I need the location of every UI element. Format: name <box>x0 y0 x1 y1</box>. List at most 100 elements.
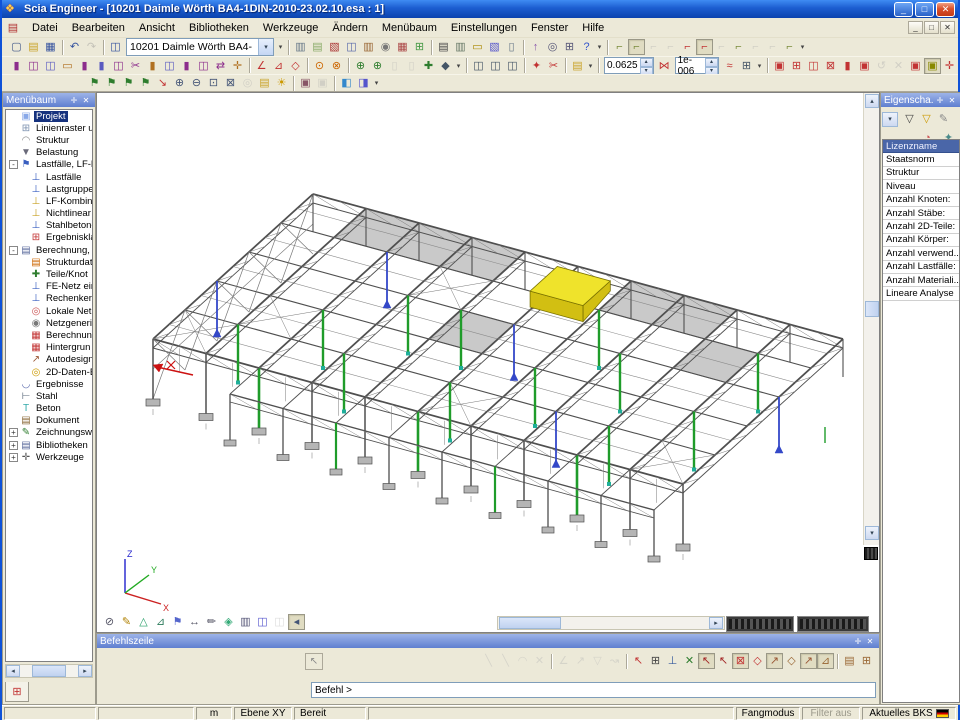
view-red-axis-icon[interactable]: ↘ <box>154 75 171 91</box>
draw-vertex-icon[interactable]: ↗ <box>572 653 589 669</box>
tree-item-stahl[interactable]: ⊢Stahl <box>6 390 92 402</box>
dropdown-arrow-icon[interactable]: ▾ <box>454 58 463 74</box>
dropdown-arrow-icon[interactable]: ▾ <box>276 39 285 55</box>
expand-box-icon[interactable]: + <box>9 428 18 437</box>
catalog-icon[interactable]: ▥ <box>360 39 377 55</box>
folder-tools-icon[interactable]: ▤ <box>569 58 586 74</box>
tree-item-2d-daten-b[interactable]: ◎2D-Daten-B <box>6 366 92 378</box>
column-tool-7-icon[interactable]: ▮ <box>144 58 161 74</box>
tree-item-strukturdat[interactable]: ▤Strukturdat <box>6 256 92 268</box>
expand-box-icon[interactable]: + <box>9 441 18 450</box>
menu--ndern[interactable]: Ändern <box>325 20 374 36</box>
window-view-off-icon[interactable]: ◫ <box>271 614 288 630</box>
tree-item-fe-netz-ein[interactable]: ⊥FE-Netz ein <box>6 281 92 293</box>
curve-tool-icon[interactable]: ⊿ <box>270 58 287 74</box>
window-copy-1-icon[interactable]: ◫ <box>470 58 487 74</box>
view-y-icon[interactable]: ⚑ <box>103 75 120 91</box>
snap-nearest-icon[interactable]: ↗ <box>800 653 817 669</box>
save-icon[interactable]: ▦ <box>42 39 59 55</box>
abc-stamp-icon[interactable]: ✏ <box>203 614 220 630</box>
tree-item-autodesign[interactable]: ↗Autodesign <box>6 354 92 366</box>
tree-item-belastung[interactable]: ▼Belastung <box>6 147 92 159</box>
cross-snap-icon[interactable]: ✕ <box>681 653 698 669</box>
ghost-2-icon[interactable]: ▯ <box>403 58 420 74</box>
tree-item-berechnun[interactable]: ▦Berechnun <box>6 329 92 341</box>
column-tool-8-icon[interactable]: ◫ <box>161 58 178 74</box>
property-row-anzahl-lastfälle-[interactable]: Anzahl Lastfälle: <box>883 261 959 274</box>
mdi-minimize-button[interactable]: _ <box>908 21 923 34</box>
add-node-1-icon[interactable]: ⊕ <box>352 58 369 74</box>
render-mode-icon[interactable]: ◨ <box>355 75 372 91</box>
dropdown-arrow-icon[interactable]: ▾ <box>595 39 604 55</box>
calculator-icon[interactable]: ⊞ <box>858 653 875 669</box>
scroll-right-icon[interactable]: ▸ <box>709 617 723 629</box>
tree-item-werkzeuge[interactable]: +✛Werkzeuge <box>6 451 92 463</box>
snap-intersection-icon[interactable]: ⊠ <box>732 653 749 669</box>
support-undo-icon[interactable]: ↺ <box>873 58 890 74</box>
mdi-restore-button[interactable]: □ <box>924 21 939 34</box>
explode-icon[interactable]: ✦ <box>528 58 545 74</box>
command-input[interactable]: Befehl > <box>311 682 876 698</box>
tree-item-beton[interactable]: TBeton <box>6 403 92 415</box>
axes-view-icon[interactable]: ⊿ <box>152 614 169 630</box>
spinner-up-icon[interactable]: ▴ <box>705 58 718 67</box>
mesh-view-icon[interactable]: ◈ <box>220 614 237 630</box>
frame-icon[interactable]: ▦ <box>394 39 411 55</box>
draw-angle-icon[interactable]: ∠ <box>555 653 572 669</box>
minimize-button[interactable]: _ <box>894 2 913 17</box>
project-combobox[interactable]: 10201 Daimle Wörth BA4- ▾ <box>126 38 274 56</box>
tree-item-teile-knot[interactable]: ✚Teile/Knot <box>6 268 92 280</box>
hotkey-9-icon[interactable]: ⌐ <box>747 39 764 55</box>
cone-view-icon[interactable]: △ <box>135 614 152 630</box>
hotkey-7-icon[interactable]: ⌐ <box>713 39 730 55</box>
dustpan-icon[interactable]: ▤ <box>841 653 858 669</box>
vscroll-thumb[interactable] <box>865 301 879 317</box>
filter-funnel-icon[interactable]: ▽ <box>901 111 918 127</box>
support-4-icon[interactable]: ⊠ <box>822 58 839 74</box>
scroll-right-icon[interactable]: ▸ <box>78 665 92 677</box>
support-2-icon[interactable]: ⊞ <box>788 58 805 74</box>
table-icon[interactable]: ⊞ <box>411 39 428 55</box>
help-icon[interactable]: ? <box>578 39 595 55</box>
collapse-icon[interactable]: ◂ <box>288 614 305 630</box>
hotkey-2-icon[interactable]: ⌐ <box>628 39 645 55</box>
property-row-anzahl-2d-teile-[interactable]: Anzahl 2D-Teile: <box>883 220 959 233</box>
hotkey-6-icon[interactable]: ⌐ <box>696 39 713 55</box>
support-delete-icon[interactable]: ✕ <box>890 58 907 74</box>
model-viewport[interactable]: ZXY ▴ ▾ ⊘✎△⊿⚑↔✏◈▥◫◫◂ ▸ <box>96 92 880 633</box>
view-x-icon[interactable]: ⚑ <box>86 75 103 91</box>
dropdown-arrow-icon[interactable]: ▾ <box>755 58 764 74</box>
hotkey-4-icon[interactable]: ⌐ <box>662 39 679 55</box>
property-row-lizenzname[interactable]: Lizenzname <box>883 140 959 153</box>
new-icon[interactable]: ▢ <box>8 39 25 55</box>
tree-item-lf-kombina[interactable]: ⊥LF-Kombina <box>6 195 92 207</box>
window-copy-2-icon[interactable]: ◫ <box>487 58 504 74</box>
tree-item-stahlbeton-[interactable]: ⊥Stahlbeton- <box>6 220 92 232</box>
menu-datei[interactable]: Datei <box>25 20 65 36</box>
dropdown-arrow-icon[interactable]: ▾ <box>798 39 807 55</box>
print-preview-icon[interactable]: ▥ <box>452 39 469 55</box>
column-tool-6-icon[interactable]: ◫ <box>110 58 127 74</box>
close-button[interactable]: ✕ <box>936 2 955 17</box>
align-tool-icon[interactable]: ⇄ <box>212 58 229 74</box>
sidebar-hscrollbar[interactable]: ◂ ▸ <box>5 664 93 678</box>
status-filter[interactable]: Filter aus <box>802 707 860 720</box>
project-combobox-dropdown[interactable]: ▾ <box>258 39 273 55</box>
link-2-icon[interactable]: ⊗ <box>328 58 345 74</box>
tree-item-bibliotheken[interactable]: +▤Bibliotheken <box>6 439 92 451</box>
pin-icon[interactable]: ✛ <box>68 95 80 106</box>
tree-item-struktur[interactable]: ◠Struktur <box>6 134 92 146</box>
status-ucs[interactable]: Aktuelles BKS <box>862 707 956 720</box>
clip-pen-icon[interactable]: ✎ <box>118 614 135 630</box>
menu-men-baum[interactable]: Menübaum <box>375 20 444 36</box>
view-z-icon[interactable]: ⚑ <box>120 75 137 91</box>
property-row-staatsnorm[interactable]: Staatsnorm <box>883 153 959 166</box>
zoom-out-icon[interactable]: ⊖ <box>188 75 205 91</box>
add-member-icon[interactable]: ✚ <box>420 58 437 74</box>
property-row-anzahl-stäbe-[interactable]: Anzahl Stäbe: <box>883 207 959 220</box>
camera-icon[interactable]: ▣ <box>297 75 314 91</box>
menubaum-tab[interactable]: ⊞ <box>5 682 29 702</box>
beam-tool-icon[interactable]: ▭ <box>59 58 76 74</box>
hotkey-10-icon[interactable]: ⌐ <box>764 39 781 55</box>
hscroll-thumb[interactable] <box>499 617 561 629</box>
